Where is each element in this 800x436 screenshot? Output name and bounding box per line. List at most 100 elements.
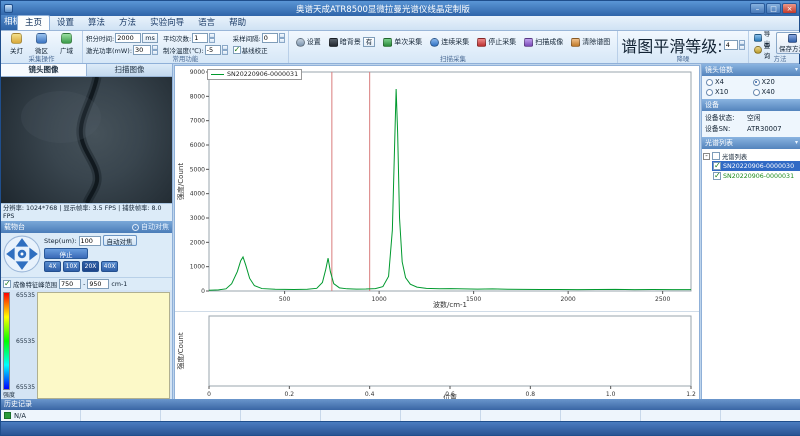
group-label-capture: 采集操作 xyxy=(28,55,55,63)
zoom-4x-button[interactable]: 4X xyxy=(44,261,61,272)
scale-min-label: 65535 xyxy=(16,384,36,391)
autofocus-button[interactable]: 自动对焦 xyxy=(102,235,137,246)
tab-camera-image[interactable]: 镜头图像 xyxy=(1,64,87,76)
baseline-correction-checkbox[interactable]: 基线校正 xyxy=(232,45,285,55)
spectrum-chart-svg[interactable]: 0 1000 2000 3000 4000 5000 6000 7000 8000 9000 500… xyxy=(175,66,699,309)
spectrum-item-0000030[interactable]: SN20220906-0000030 xyxy=(712,161,800,171)
wide-area-icon xyxy=(61,33,72,44)
window-title: 奥谱天成ATR8500显微拉曼光谱仪线晶定制版 xyxy=(296,4,470,15)
feature-unit: cm-1 xyxy=(111,280,128,288)
stage-section-header: 载物台 自动对焦 xyxy=(1,221,172,233)
chart-legend: SN20220906-0000031 xyxy=(207,69,303,80)
spectrum-item-0000031[interactable]: SN20220906-0000031 xyxy=(712,171,800,181)
minimize-button[interactable]: – xyxy=(750,3,765,14)
smooth-level-input[interactable] xyxy=(723,40,738,50)
scan-map-panel: 强度 65535 65535 65535 xyxy=(1,290,172,401)
maximize-button[interactable]: □ xyxy=(766,3,781,14)
app-window: 奥谱天成ATR8500显微拉曼光谱仪线晶定制版 – □ × 相机 主页 设置 算… xyxy=(0,0,800,436)
interval-input[interactable] xyxy=(261,33,278,43)
spectra-tree-root[interactable]: - 光谱列表 xyxy=(703,151,800,161)
scan-imaging-button[interactable]: 扫描成像 xyxy=(520,32,567,52)
feature-peak-range: 成像特征峰范围 - cm-1 xyxy=(1,277,172,290)
single-acquire-button[interactable]: 单次采集 xyxy=(379,32,426,52)
tab-language[interactable]: 语言 xyxy=(191,16,222,30)
lens-x20-radio[interactable]: X20 xyxy=(752,78,798,86)
step-input[interactable] xyxy=(78,235,101,246)
root-checkbox[interactable] xyxy=(712,152,720,160)
micro-area-button[interactable]: 微区 xyxy=(29,32,54,55)
zoom-20x-button[interactable]: 20X xyxy=(82,261,99,272)
clear-spectra-button[interactable]: 清除谱图 xyxy=(567,32,614,52)
feature-from-input[interactable] xyxy=(59,279,82,289)
close-button[interactable]: × xyxy=(782,3,797,14)
dark-background-select[interactable]: 有 xyxy=(362,37,376,47)
spectrum-chart[interactable]: 0 1000 2000 3000 4000 5000 6000 7000 8000 9000 500… xyxy=(175,66,699,311)
tab-settings[interactable]: 设置 xyxy=(50,16,81,30)
save-method-button[interactable]: 保存方法 xyxy=(775,32,800,54)
laser-power-input[interactable] xyxy=(133,45,152,55)
average-input[interactable] xyxy=(192,33,209,43)
svg-text:1.0: 1.0 xyxy=(606,391,616,398)
smooth-level-spinner[interactable] xyxy=(738,40,745,50)
device-section-header: 设备 xyxy=(702,99,800,111)
menu-bar: 相机 主页 设置 算法 方法 实验向导 语言 帮助 xyxy=(1,15,799,31)
continuous-acquire-button[interactable]: 连续采集 xyxy=(426,32,473,52)
device-sn-value: ATR30007 xyxy=(747,125,782,133)
lens-x40-radio[interactable]: X40 xyxy=(752,88,798,96)
stage-dpad[interactable] xyxy=(3,235,41,273)
tab-wizard[interactable]: 实验向导 xyxy=(143,16,191,30)
group-label-method: 方法 xyxy=(773,55,787,63)
tab-method[interactable]: 方法 xyxy=(112,16,143,30)
svg-text:强度/Count: 强度/Count xyxy=(176,332,185,369)
tab-help[interactable]: 帮助 xyxy=(222,16,253,30)
stop-acquire-button[interactable]: 停止采集 xyxy=(473,32,520,52)
item-checkbox[interactable] xyxy=(713,161,721,170)
radio-icon xyxy=(752,88,760,96)
feature-range-checkbox[interactable] xyxy=(3,279,11,288)
tab-scan-image[interactable]: 扫描图像 xyxy=(87,64,172,76)
cooling-temp-input[interactable] xyxy=(204,45,221,55)
stage-stop-button[interactable]: 停止 xyxy=(44,248,88,259)
autofocus-icon xyxy=(132,223,139,231)
position-chart[interactable]: 0 0.2 0.4 0.6 0.8 1.0 1.2 位置 强度/Count xyxy=(175,311,699,406)
lens-x4-radio[interactable]: X4 xyxy=(706,78,751,86)
zoom-10x-button[interactable]: 10X xyxy=(63,261,80,272)
ribbon-group-capture: 关灯 微区 广域 采集操作 xyxy=(1,31,83,63)
collapse-icon[interactable]: ▾ xyxy=(795,65,798,75)
tab-algorithm[interactable]: 算法 xyxy=(81,16,112,30)
lens-x10-radio[interactable]: X10 xyxy=(706,88,751,96)
svg-text:7000: 7000 xyxy=(190,118,205,125)
svg-text:1.2: 1.2 xyxy=(686,391,696,398)
settings-button[interactable]: 设置 xyxy=(292,32,325,52)
laser-power-spinner[interactable] xyxy=(152,45,159,55)
pin-icon[interactable]: ▾ xyxy=(795,138,798,148)
feature-to-input[interactable] xyxy=(87,279,110,289)
lamp-off-button[interactable]: 关灯 xyxy=(4,32,29,55)
cooling-temp-spinner[interactable] xyxy=(221,45,228,55)
history-row[interactable]: N/A xyxy=(1,410,800,421)
baseline-correction-label: 基线校正 xyxy=(241,47,268,55)
lens-options: X4 X20 X10 X40 xyxy=(702,76,800,99)
integration-unit-select[interactable]: ms xyxy=(142,33,158,43)
integration-input[interactable] xyxy=(115,33,142,43)
tab-home[interactable]: 主页 xyxy=(17,15,51,30)
autofocus-link[interactable]: 自动对焦 xyxy=(132,221,169,233)
ribbon-group-denoise: 谱图平滑等级: 噪底: 降噪 xyxy=(618,31,749,83)
query-button[interactable]: 查询 xyxy=(752,42,776,60)
average-spinner[interactable] xyxy=(209,33,216,43)
device-status-value: 空闲 xyxy=(747,114,761,122)
svg-text:波数/cm-1: 波数/cm-1 xyxy=(433,300,467,309)
scan-imaging-icon xyxy=(524,37,534,47)
group-label-denoise: 降噪 xyxy=(676,55,690,63)
svg-text:2000: 2000 xyxy=(560,296,575,303)
tree-expander-icon[interactable]: - xyxy=(703,152,710,160)
wide-area-button[interactable]: 广域 xyxy=(54,32,79,55)
dark-background-button[interactable]: 暗背景 有 xyxy=(325,32,380,52)
svg-text:0.2: 0.2 xyxy=(285,391,295,398)
legend-line-icon xyxy=(211,74,224,75)
app-menu-button[interactable]: 相机 xyxy=(1,15,17,30)
interval-spinner[interactable] xyxy=(278,33,285,43)
item-checkbox[interactable] xyxy=(713,171,721,180)
zoom-40x-button[interactable]: 40X xyxy=(101,261,118,272)
position-chart-svg[interactable]: 0 0.2 0.4 0.6 0.8 1.0 1.2位置强度/Count xyxy=(175,312,699,402)
